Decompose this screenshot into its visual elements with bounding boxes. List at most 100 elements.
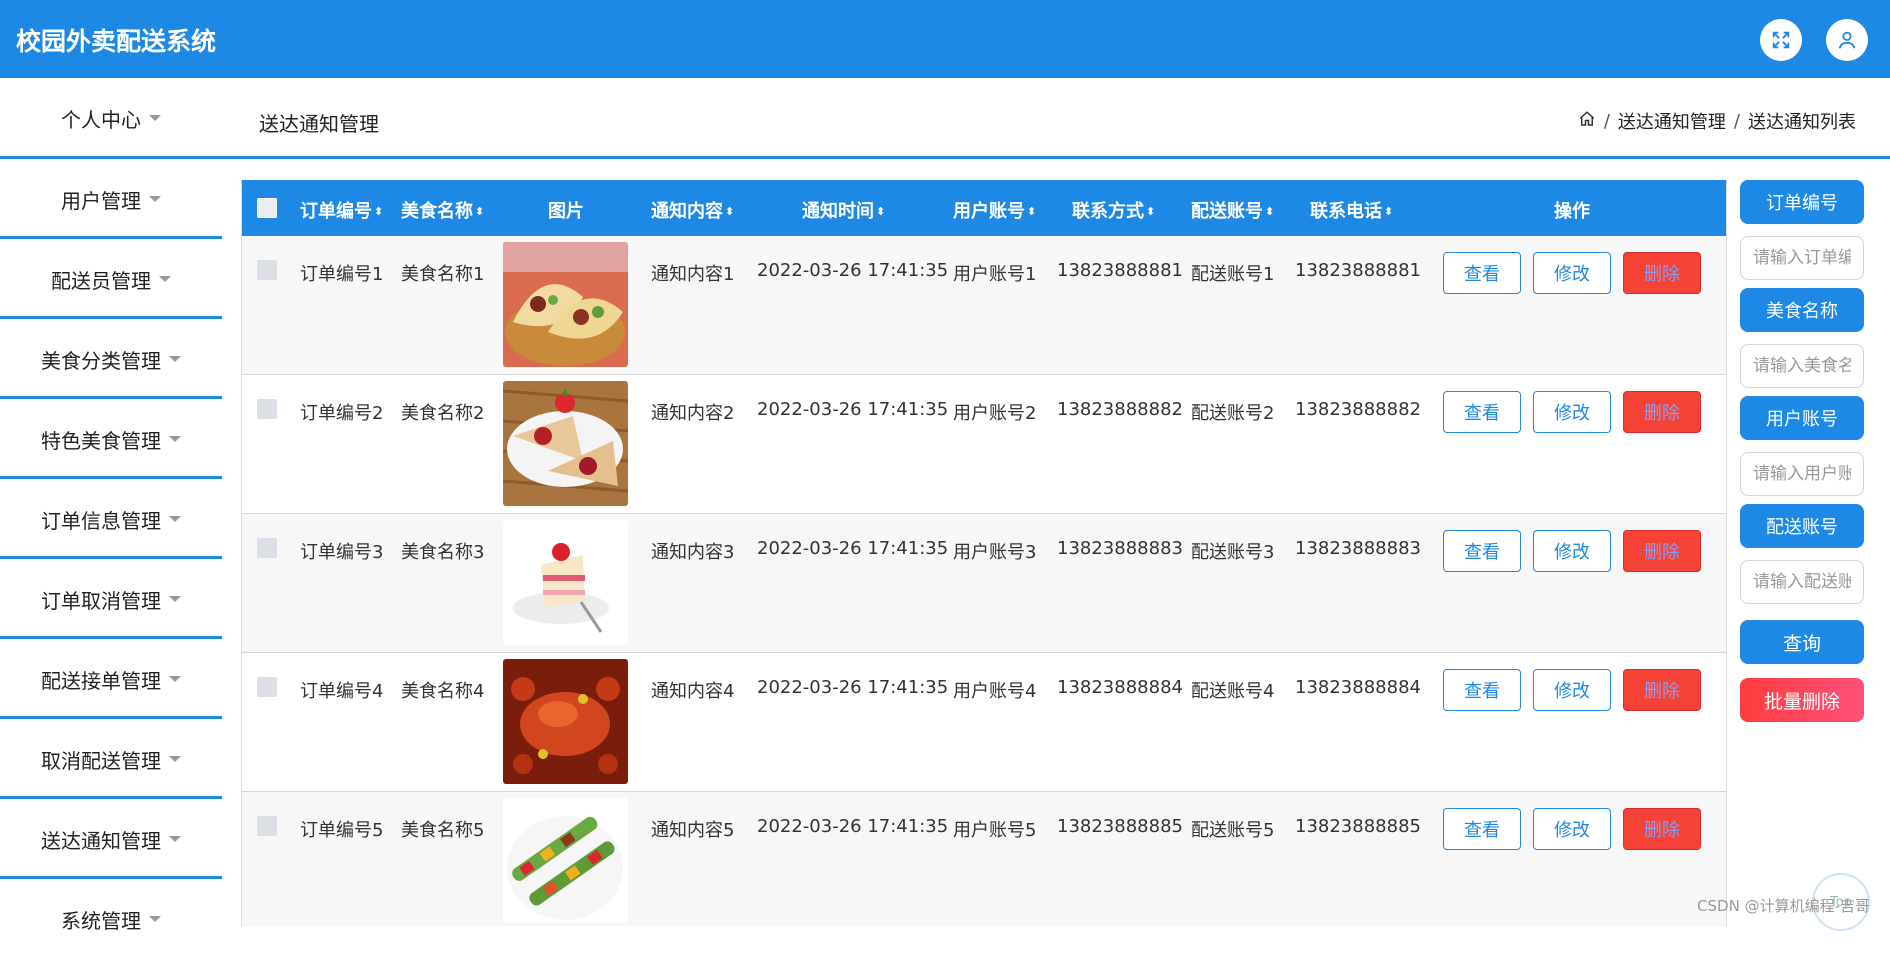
sidebar-item-personal-center[interactable]: 个人中心 — [0, 78, 222, 158]
sort-icon: ⬍ — [1384, 205, 1394, 218]
delete-button[interactable]: 删除 — [1623, 391, 1701, 433]
delete-button[interactable]: 删除 — [1623, 530, 1701, 572]
user-account-input[interactable] — [1740, 452, 1864, 496]
edit-button[interactable]: 修改 — [1533, 808, 1611, 850]
view-button[interactable]: 查看 — [1443, 252, 1521, 294]
column-header-label: 配送账号 — [1191, 201, 1263, 222]
cell-food-name: 美食名称1 — [401, 264, 485, 285]
row-checkbox[interactable] — [257, 399, 277, 419]
sidebar-item-label: 系统管理 — [61, 908, 141, 933]
cell-order-no: 订单编号3 — [300, 542, 384, 563]
cell-user-account: 用户账号3 — [953, 542, 1037, 563]
user-account-label: 用户账号 — [1740, 396, 1864, 440]
column-header-phone[interactable]: 联系电话 ⬍ — [1310, 197, 1393, 223]
column-header-order-no[interactable]: 订单编号 ⬍ — [300, 197, 383, 223]
food-name-input[interactable] — [1740, 344, 1864, 388]
sidebar-item-label: 配送接单管理 — [41, 668, 161, 693]
sidebar-item-cancel-delivery[interactable]: 取消配送管理 — [0, 719, 222, 799]
cell-delivery-account: 配送账号1 — [1191, 264, 1275, 285]
sidebar-item-user-management[interactable]: 用户管理 — [0, 159, 222, 239]
cell-notice-time: 2022-03-26 17:41:35 — [757, 260, 949, 281]
cell-notice-content: 通知内容3 — [651, 542, 735, 563]
caret-down-icon — [149, 115, 161, 121]
cell-order-no: 订单编号5 — [300, 820, 384, 841]
column-header-delivery-account[interactable]: 配送账号 ⬍ — [1191, 197, 1274, 223]
delete-button[interactable]: 删除 — [1623, 252, 1701, 294]
edit-button[interactable]: 修改 — [1533, 669, 1611, 711]
delete-button[interactable]: 删除 — [1623, 669, 1701, 711]
cell-phone: 13823888883 — [1295, 538, 1421, 559]
sidebar-item-delivery-accept[interactable]: 配送接单管理 — [0, 639, 222, 719]
cell-food-name: 美食名称5 — [401, 820, 485, 841]
view-button[interactable]: 查看 — [1443, 391, 1521, 433]
caret-down-icon — [169, 516, 181, 522]
sub-header: 送达通知管理 / 送达通知管理 / 送达通知列表 — [0, 78, 1890, 159]
sidebar-item-special-food[interactable]: 特色美食管理 — [0, 399, 222, 479]
select-all-checkbox[interactable] — [257, 198, 277, 218]
cell-food-name: 美食名称3 — [401, 542, 485, 563]
cell-delivery-account: 配送账号5 — [1191, 820, 1275, 841]
sidebar-item-order-info[interactable]: 订单信息管理 — [0, 479, 222, 559]
caret-down-icon — [169, 596, 181, 602]
cell-phone: 13823888882 — [1295, 399, 1421, 420]
table-row: 订单编号4 美食名称4 通知内容4 2022-03-26 17:41:35 用户… — [242, 653, 1726, 792]
column-header-contact[interactable]: 联系方式 ⬍ — [1072, 197, 1155, 223]
row-checkbox[interactable] — [257, 538, 277, 558]
column-header-food-name[interactable]: 美食名称 ⬍ — [401, 197, 484, 223]
edit-button[interactable]: 修改 — [1533, 252, 1611, 294]
sidebar-item-system-management[interactable]: 系统管理 — [0, 879, 222, 959]
breadcrumb-separator: / — [1603, 110, 1610, 132]
row-checkbox[interactable] — [257, 816, 277, 836]
cell-user-account: 用户账号5 — [953, 820, 1037, 841]
sidebar-item-order-cancel[interactable]: 订单取消管理 — [0, 559, 222, 639]
cell-order-no: 订单编号1 — [300, 264, 384, 285]
column-header-user-account[interactable]: 用户账号 ⬍ — [953, 197, 1036, 223]
view-button[interactable]: 查看 — [1443, 530, 1521, 572]
sidebar-item-label: 用户管理 — [61, 188, 141, 213]
cell-contact: 13823888884 — [1057, 677, 1183, 698]
sidebar: 个人中心 用户管理 配送员管理 美食分类管理 特色美食管理 订单信息管理 订单取… — [0, 78, 222, 933]
order-no-input[interactable] — [1740, 236, 1864, 280]
home-icon[interactable] — [1578, 110, 1596, 133]
edit-button[interactable]: 修改 — [1533, 530, 1611, 572]
row-checkbox[interactable] — [257, 677, 277, 697]
view-button[interactable]: 查看 — [1443, 808, 1521, 850]
caret-down-icon — [169, 676, 181, 682]
cell-contact: 13823888881 — [1057, 260, 1183, 281]
data-table: 订单编号 ⬍ 美食名称 ⬍ 图片 通知内容 ⬍ 通知时间 ⬍ 用户账号 ⬍ 联系方式 ⬍ 配… — [241, 180, 1727, 926]
query-button[interactable]: 查询 — [1740, 620, 1864, 664]
food-image-crab — [503, 659, 628, 784]
caret-down-icon — [169, 756, 181, 762]
cell-phone: 13823888884 — [1295, 677, 1421, 698]
user-icon[interactable] — [1826, 19, 1868, 61]
column-header-notice-content[interactable]: 通知内容 ⬍ — [651, 197, 734, 223]
breadcrumb-item[interactable]: 送达通知管理 — [1618, 108, 1726, 134]
sidebar-item-delivery-notice[interactable]: 送达通知管理 — [0, 799, 222, 879]
food-image-skewers — [503, 798, 628, 923]
expand-icon[interactable] — [1760, 19, 1802, 61]
sidebar-item-food-category[interactable]: 美食分类管理 — [0, 319, 222, 399]
cell-notice-time: 2022-03-26 17:41:35 — [757, 399, 949, 420]
sort-icon: ⬍ — [725, 205, 735, 218]
sidebar-item-courier-management[interactable]: 配送员管理 — [0, 239, 222, 319]
order-no-label: 订单编号 — [1740, 180, 1864, 224]
row-checkbox[interactable] — [257, 260, 277, 280]
cell-user-account: 用户账号4 — [953, 681, 1037, 702]
table-row: 订单编号1 美食名称1 通知内容1 2022-03-26 17:41:35 用户… — [242, 236, 1726, 375]
cell-order-no: 订单编号2 — [300, 403, 384, 424]
cell-user-account: 用户账号2 — [953, 403, 1037, 424]
batch-delete-button[interactable]: 批量删除 — [1740, 678, 1864, 722]
table-header: 订单编号 ⬍ 美食名称 ⬍ 图片 通知内容 ⬍ 通知时间 ⬍ 用户账号 ⬍ 联系方式 ⬍ 配… — [242, 180, 1726, 236]
column-header-notice-time[interactable]: 通知时间 ⬍ — [802, 197, 885, 223]
edit-button[interactable]: 修改 — [1533, 391, 1611, 433]
cell-delivery-account: 配送账号3 — [1191, 542, 1275, 563]
delivery-account-label: 配送账号 — [1740, 504, 1864, 548]
delete-button[interactable]: 删除 — [1623, 808, 1701, 850]
delivery-account-input[interactable] — [1740, 560, 1864, 604]
caret-down-icon — [169, 356, 181, 362]
column-header-image: 图片 — [548, 201, 584, 222]
column-header-label: 美食名称 — [401, 201, 473, 222]
view-button[interactable]: 查看 — [1443, 669, 1521, 711]
breadcrumb: / 送达通知管理 / 送达通知列表 — [1578, 108, 1856, 134]
cell-delivery-account: 配送账号2 — [1191, 403, 1275, 424]
